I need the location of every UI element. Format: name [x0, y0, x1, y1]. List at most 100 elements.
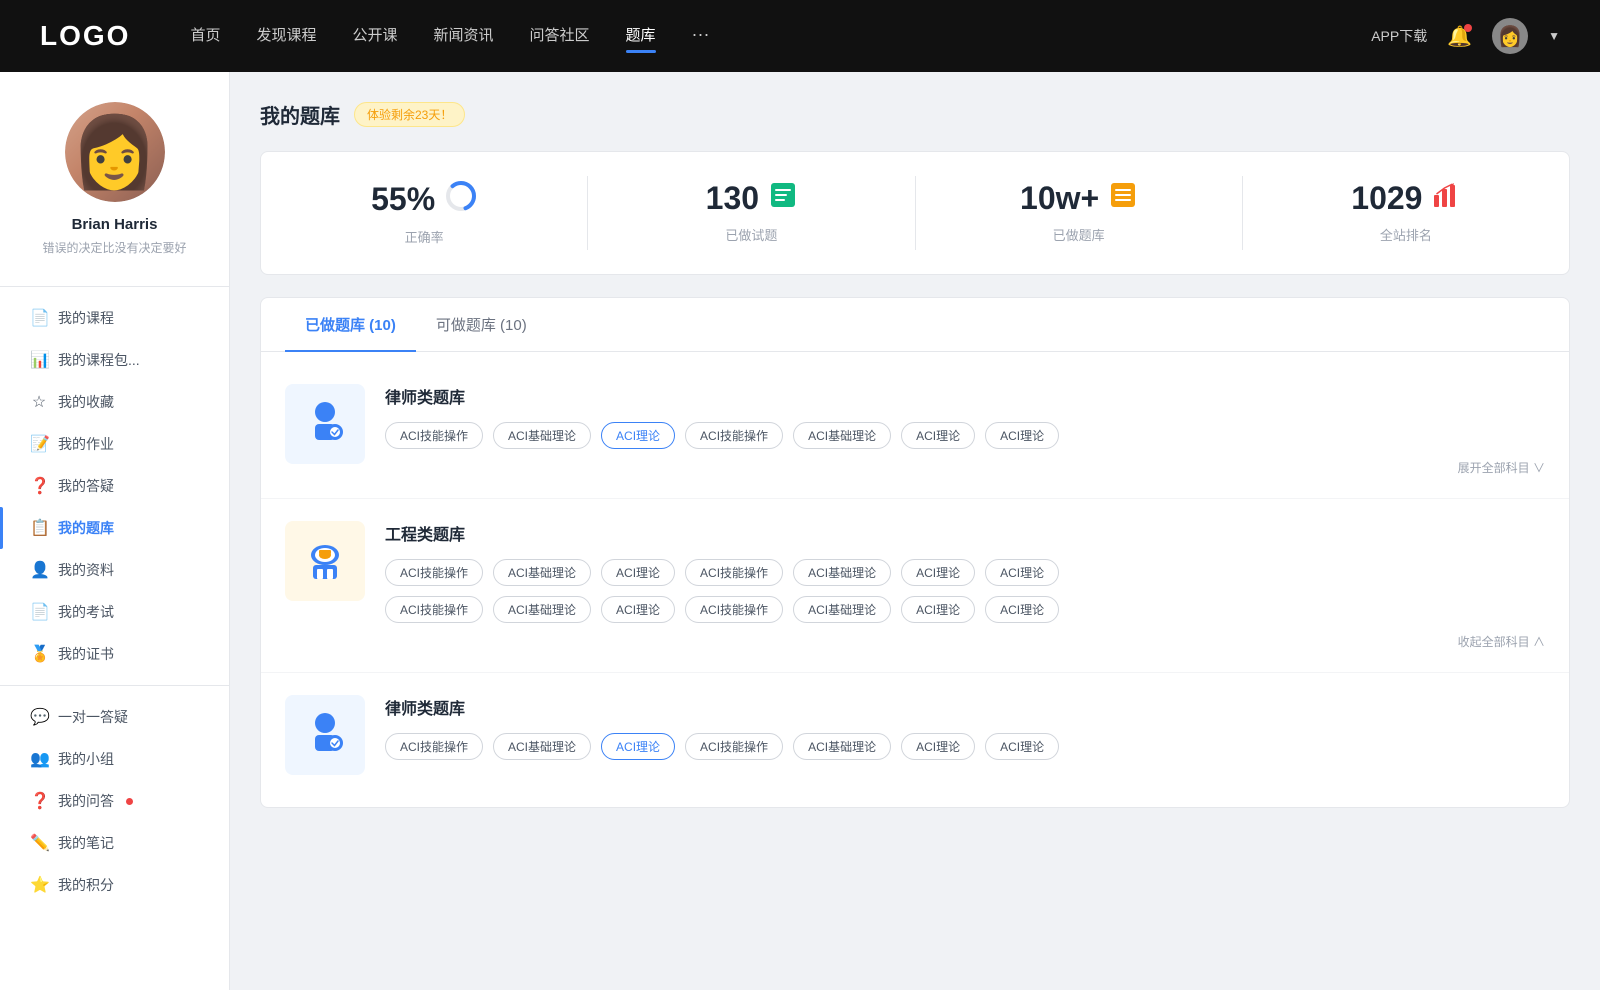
sidebar-menu: 📄 我的课程 📊 我的课程包... ☆ 我的收藏 📝 我的作业 ❓ 我的答疑 📋: [0, 297, 229, 906]
tag-lawyer2-5[interactable]: ACI基础理论: [793, 733, 891, 760]
collapse-engineer[interactable]: 收起全部科目 ∧: [385, 633, 1545, 650]
stat-rank: 1029 全站排名: [1243, 176, 1569, 250]
tag-lawyer2-6[interactable]: ACI理论: [901, 733, 975, 760]
notes-icon: ✏️: [30, 833, 48, 853]
rank-chart-icon: [1432, 181, 1460, 216]
tabs: 已做题库 (10) 可做题库 (10): [261, 298, 1569, 352]
tag-lawyer1-3[interactable]: ACI理论: [601, 422, 675, 449]
tag-lawyer1-5[interactable]: ACI基础理论: [793, 422, 891, 449]
packages-icon: 📊: [30, 350, 48, 370]
sidebar-item-notes[interactable]: ✏️ 我的笔记: [0, 822, 229, 864]
stat-done-top: 130: [706, 180, 797, 217]
nav-home[interactable]: 首页: [190, 24, 220, 49]
tag-eng-8[interactable]: ACI技能操作: [385, 596, 483, 623]
tag-eng-10[interactable]: ACI理论: [601, 596, 675, 623]
tag-row-engineer-2: ACI技能操作 ACI基础理论 ACI理论 ACI技能操作 ACI基础理论 AC…: [385, 596, 1545, 623]
1on1-icon: 💬: [30, 707, 48, 727]
tag-eng-5[interactable]: ACI基础理论: [793, 559, 891, 586]
expand-lawyer-1[interactable]: 展开全部科目 ∨: [385, 459, 1545, 476]
stat-accuracy: 55% 正确率: [261, 176, 588, 250]
tag-eng-12[interactable]: ACI基础理论: [793, 596, 891, 623]
tag-eng-9[interactable]: ACI基础理论: [493, 596, 591, 623]
sidebar-item-1on1[interactable]: 💬 一对一答疑: [0, 696, 229, 738]
sidebar-item-courses[interactable]: 📄 我的课程: [0, 297, 229, 339]
notification-bell[interactable]: 🔔: [1447, 24, 1472, 49]
sidebar-item-exams[interactable]: 📄 我的考试: [0, 591, 229, 633]
sidebar-item-qbank[interactable]: 📋 我的题库: [0, 507, 229, 549]
tag-lawyer1-6[interactable]: ACI理论: [901, 422, 975, 449]
qbank-info-lawyer-2: 律师类题库 ACI技能操作 ACI基础理论 ACI理论 ACI技能操作 ACI基…: [385, 695, 1545, 770]
certs-icon: 🏅: [30, 644, 48, 664]
logo[interactable]: LOGO: [40, 20, 130, 52]
tag-lawyer1-4[interactable]: ACI技能操作: [685, 422, 783, 449]
stat-total-value: 10w+: [1020, 180, 1099, 217]
sidebar-item-favorites[interactable]: ☆ 我的收藏: [0, 381, 229, 423]
sidebar: Brian Harris 错误的决定比没有决定要好 📄 我的课程 📊 我的课程包…: [0, 72, 230, 990]
tab-available[interactable]: 可做题库 (10): [416, 298, 547, 351]
sidebar-item-questions[interactable]: ❓ 我的答疑: [0, 465, 229, 507]
nav-discover[interactable]: 发现课程: [256, 24, 316, 49]
nav-open[interactable]: 公开课: [352, 24, 397, 49]
sidebar-item-points[interactable]: ⭐ 我的积分: [0, 864, 229, 906]
tag-eng-2[interactable]: ACI基础理论: [493, 559, 591, 586]
tag-eng-1[interactable]: ACI技能操作: [385, 559, 483, 586]
tag-eng-3[interactable]: ACI理论: [601, 559, 675, 586]
tag-lawyer2-7[interactable]: ACI理论: [985, 733, 1059, 760]
tag-lawyer2-1[interactable]: ACI技能操作: [385, 733, 483, 760]
chevron-down-icon[interactable]: ▼: [1548, 29, 1560, 43]
sidebar-label-notes: 我的笔记: [58, 833, 114, 853]
main-content: 我的题库 体验剩余23天！ 55% 正确率 13: [230, 72, 1600, 990]
tag-row-lawyer-2: ACI技能操作 ACI基础理论 ACI理论 ACI技能操作 ACI基础理论 AC…: [385, 733, 1545, 760]
nav-qa[interactable]: 问答社区: [530, 24, 590, 49]
nav-links: 首页 发现课程 公开课 新闻资讯 问答社区 题库 ···: [190, 24, 1371, 49]
sidebar-divider-2: [0, 685, 229, 686]
tag-lawyer1-7[interactable]: ACI理论: [985, 422, 1059, 449]
qbank-name-engineer: 工程类题库: [385, 521, 1545, 545]
stat-accuracy-value: 55%: [371, 181, 435, 218]
notification-dot: [1464, 24, 1472, 32]
nav-news[interactable]: 新闻资讯: [434, 24, 494, 49]
sidebar-label-exams: 我的考试: [58, 602, 114, 622]
trial-badge: 体验剩余23天！: [354, 102, 465, 127]
sidebar-label-packages: 我的课程包...: [58, 350, 140, 370]
tag-eng-6[interactable]: ACI理论: [901, 559, 975, 586]
sidebar-item-my-qa[interactable]: ❓ 我的问答: [0, 780, 229, 822]
sidebar-item-certs[interactable]: 🏅 我的证书: [0, 633, 229, 675]
tag-eng-4[interactable]: ACI技能操作: [685, 559, 783, 586]
tag-eng-13[interactable]: ACI理论: [901, 596, 975, 623]
app-download-button[interactable]: APP下载: [1371, 26, 1427, 46]
qbank-thumb-lawyer-1: [285, 384, 365, 464]
sidebar-label-points: 我的积分: [58, 875, 114, 895]
qbank-item-engineer: 工程类题库 ACI技能操作 ACI基础理论 ACI理论 ACI技能操作 ACI基…: [261, 499, 1569, 673]
sidebar-item-packages[interactable]: 📊 我的课程包...: [0, 339, 229, 381]
tag-eng-7[interactable]: ACI理论: [985, 559, 1059, 586]
favorites-icon: ☆: [30, 392, 48, 412]
sidebar-label-my-qa: 我的问答: [58, 791, 114, 811]
accuracy-chart-icon: [445, 180, 477, 219]
sidebar-label-courses: 我的课程: [58, 308, 114, 328]
qbank-info-engineer: 工程类题库 ACI技能操作 ACI基础理论 ACI理论 ACI技能操作 ACI基…: [385, 521, 1545, 650]
tab-done[interactable]: 已做题库 (10): [285, 298, 416, 351]
sidebar-label-groups: 我的小组: [58, 749, 114, 769]
page-header: 我的题库 体验剩余23天！: [260, 100, 1570, 129]
stat-accuracy-top: 55%: [371, 180, 477, 219]
tag-eng-11[interactable]: ACI技能操作: [685, 596, 783, 623]
user-avatar[interactable]: 👩: [1492, 18, 1528, 54]
tag-lawyer2-3[interactable]: ACI理论: [601, 733, 675, 760]
tag-lawyer1-1[interactable]: ACI技能操作: [385, 422, 483, 449]
tag-row-engineer-1: ACI技能操作 ACI基础理论 ACI理论 ACI技能操作 ACI基础理论 AC…: [385, 559, 1545, 586]
sidebar-item-profile[interactable]: 👤 我的资料: [0, 549, 229, 591]
tag-lawyer2-2[interactable]: ACI基础理论: [493, 733, 591, 760]
tag-lawyer1-2[interactable]: ACI基础理论: [493, 422, 591, 449]
sidebar-label-certs: 我的证书: [58, 644, 114, 664]
profile-name: Brian Harris: [72, 216, 158, 233]
nav-qbank[interactable]: 题库: [626, 24, 656, 49]
stats-card: 55% 正确率 130: [260, 151, 1570, 275]
qbank-icon: 📋: [30, 518, 48, 538]
sidebar-label-questions: 我的答疑: [58, 476, 114, 496]
tag-eng-14[interactable]: ACI理论: [985, 596, 1059, 623]
sidebar-item-homework[interactable]: 📝 我的作业: [0, 423, 229, 465]
tag-lawyer2-4[interactable]: ACI技能操作: [685, 733, 783, 760]
nav-more[interactable]: ···: [692, 24, 710, 49]
sidebar-item-groups[interactable]: 👥 我的小组: [0, 738, 229, 780]
